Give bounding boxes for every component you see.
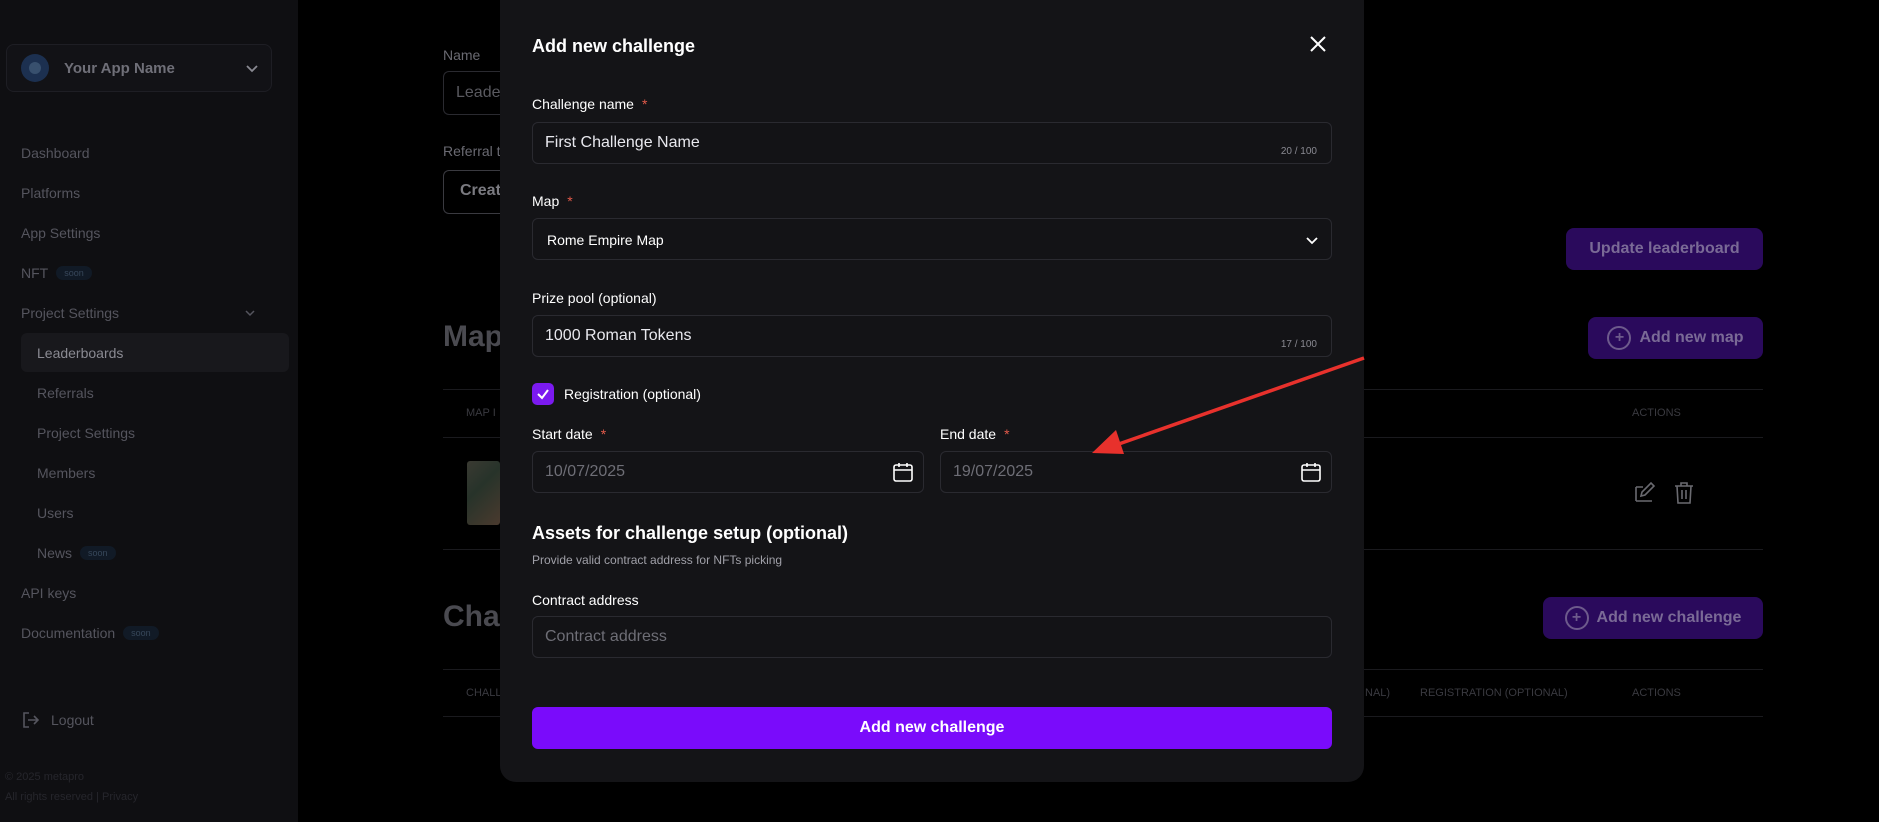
maps-col-header: MAP I bbox=[466, 407, 496, 419]
chevron-down-icon bbox=[246, 65, 258, 73]
soon-badge: soon bbox=[56, 266, 92, 280]
sidebar-item-label: App Settings bbox=[21, 225, 101, 241]
sidebar-item-label: Users bbox=[37, 505, 74, 521]
logout-button[interactable]: Logout bbox=[21, 710, 94, 730]
trash-icon[interactable] bbox=[1673, 481, 1695, 505]
chevron-down-icon bbox=[1306, 237, 1318, 245]
chevron-down-icon bbox=[245, 310, 255, 317]
start-date-label: Start date * bbox=[532, 426, 607, 442]
sidebar-item-platforms[interactable]: Platforms bbox=[21, 185, 80, 201]
sidebar-item-label: Dashboard bbox=[21, 145, 90, 161]
map-select[interactable]: Rome Empire Map bbox=[532, 218, 1332, 260]
sidebar-item-documentation[interactable]: Documentation soon bbox=[21, 625, 159, 641]
sidebar-item-label: Project Settings bbox=[37, 425, 136, 441]
maps-col-actions: ACTIONS bbox=[1632, 407, 1681, 419]
sidebar-item-label: Members bbox=[37, 465, 96, 481]
sidebar-item-api-keys[interactable]: API keys bbox=[21, 585, 76, 601]
calendar-icon[interactable] bbox=[891, 460, 915, 484]
create-referral-label: Creat bbox=[460, 182, 501, 199]
edit-icon[interactable] bbox=[1632, 481, 1656, 505]
sidebar-item-leaderboards[interactable]: Leaderboards bbox=[37, 345, 123, 361]
app-selector[interactable]: Your App Name bbox=[6, 44, 272, 92]
logout-icon bbox=[23, 712, 40, 728]
prize-pool-label: Prize pool (optional) bbox=[532, 290, 657, 306]
char-counter: 17 / 100 bbox=[1280, 339, 1317, 350]
end-date-placeholder: 19/07/2025 bbox=[953, 463, 1034, 480]
add-new-challenge-bg-label: Add new challenge bbox=[1596, 609, 1742, 626]
sidebar-item-label: Leaderboards bbox=[37, 345, 124, 361]
logout-label: Logout bbox=[51, 712, 94, 728]
update-leaderboard-button[interactable]: Update leaderboard bbox=[1566, 228, 1763, 270]
end-date-label: End date * bbox=[940, 426, 1010, 442]
contract-address-placeholder: Contract address bbox=[545, 628, 667, 645]
sidebar-item-project-settings-sub[interactable]: Project Settings bbox=[37, 425, 135, 441]
sidebar-item-nft[interactable]: NFT soon bbox=[21, 265, 92, 281]
annotation-arrow bbox=[1092, 356, 1365, 454]
close-icon[interactable] bbox=[1308, 34, 1328, 54]
sidebar-item-members[interactable]: Members bbox=[37, 465, 95, 481]
add-new-map-button[interactable]: + Add new map bbox=[1588, 317, 1763, 359]
add-new-challenge-bg-button[interactable]: + Add new challenge bbox=[1543, 597, 1763, 639]
assets-heading: Assets for challenge setup (optional) bbox=[532, 523, 849, 543]
name-input-value: Leade bbox=[456, 84, 501, 101]
sidebar-item-dashboard[interactable]: Dashboard bbox=[21, 145, 90, 161]
sidebar-item-label: NFT bbox=[21, 265, 49, 281]
char-counter: 20 / 100 bbox=[1280, 146, 1317, 157]
sidebar-item-referrals[interactable]: Referrals bbox=[37, 385, 94, 401]
sidebar-item-label: Documentation bbox=[21, 625, 116, 641]
referral-label: Referral t bbox=[443, 143, 501, 159]
add-new-challenge-button[interactable]: Add new challenge bbox=[532, 707, 1332, 749]
sidebar-item-app-settings[interactable]: App Settings bbox=[21, 225, 100, 241]
sidebar-item-label: Referrals bbox=[37, 385, 94, 401]
sidebar-item-label: Platforms bbox=[21, 185, 81, 201]
challenges-col-actions: ACTIONS bbox=[1632, 687, 1681, 699]
contract-address-input[interactable]: Contract address bbox=[532, 616, 1332, 658]
challenges-heading: Chal bbox=[443, 600, 509, 633]
map-thumbnail bbox=[467, 461, 500, 525]
start-date-input[interactable]: 10/07/2025 bbox=[532, 451, 924, 493]
challenge-name-value: First Challenge Name bbox=[545, 134, 700, 151]
challenges-col-registration: REGISTRATION (OPTIONAL) bbox=[1420, 687, 1568, 699]
modal-title: Add new challenge bbox=[532, 36, 696, 56]
sidebar-item-news[interactable]: News soon bbox=[37, 545, 116, 561]
start-date-placeholder: 10/07/2025 bbox=[545, 463, 626, 480]
plus-circle-icon: + bbox=[1564, 606, 1589, 630]
challenge-name-label: Challenge name * bbox=[532, 96, 648, 112]
app-name: Your App Name bbox=[64, 59, 175, 77]
registration-checkbox[interactable] bbox=[532, 383, 554, 405]
checkmark-icon bbox=[537, 389, 549, 400]
challenges-col-header: CHALL bbox=[466, 687, 502, 699]
sidebar: Your App Name Dashboard Platforms App Se… bbox=[0, 0, 298, 822]
map-label: Map * bbox=[532, 193, 573, 209]
sidebar-item-project-settings[interactable]: Project Settings bbox=[21, 305, 256, 321]
contract-address-label: Contract address bbox=[532, 592, 639, 608]
map-select-value: Rome Empire Map bbox=[547, 232, 664, 248]
challenges-col-optional: NAL) bbox=[1365, 687, 1391, 699]
maps-heading: Map bbox=[443, 320, 503, 353]
soon-badge: soon bbox=[123, 626, 159, 640]
soon-badge: soon bbox=[80, 546, 116, 560]
prize-pool-value: 1000 Roman Tokens bbox=[545, 327, 692, 344]
challenge-name-input[interactable]: First Challenge Name 20 / 100 bbox=[532, 122, 1332, 164]
calendar-icon[interactable] bbox=[1299, 460, 1323, 484]
registration-label: Registration (optional) bbox=[564, 386, 701, 402]
sidebar-item-label: News bbox=[37, 545, 73, 561]
app-avatar bbox=[21, 54, 49, 82]
sidebar-item-label: API keys bbox=[21, 585, 77, 601]
name-label: Name bbox=[443, 47, 481, 63]
plus-circle-icon: + bbox=[1607, 326, 1632, 350]
sidebar-item-label: Project Settings bbox=[21, 305, 120, 321]
assets-subtext: Provide valid contract address for NFTs … bbox=[532, 553, 783, 567]
add-new-map-label: Add new map bbox=[1639, 329, 1744, 346]
copyright: © 2025 metapro bbox=[5, 771, 85, 783]
sidebar-item-users[interactable]: Users bbox=[37, 505, 74, 521]
rights-text: All rights reserved | Privacy bbox=[5, 791, 139, 803]
